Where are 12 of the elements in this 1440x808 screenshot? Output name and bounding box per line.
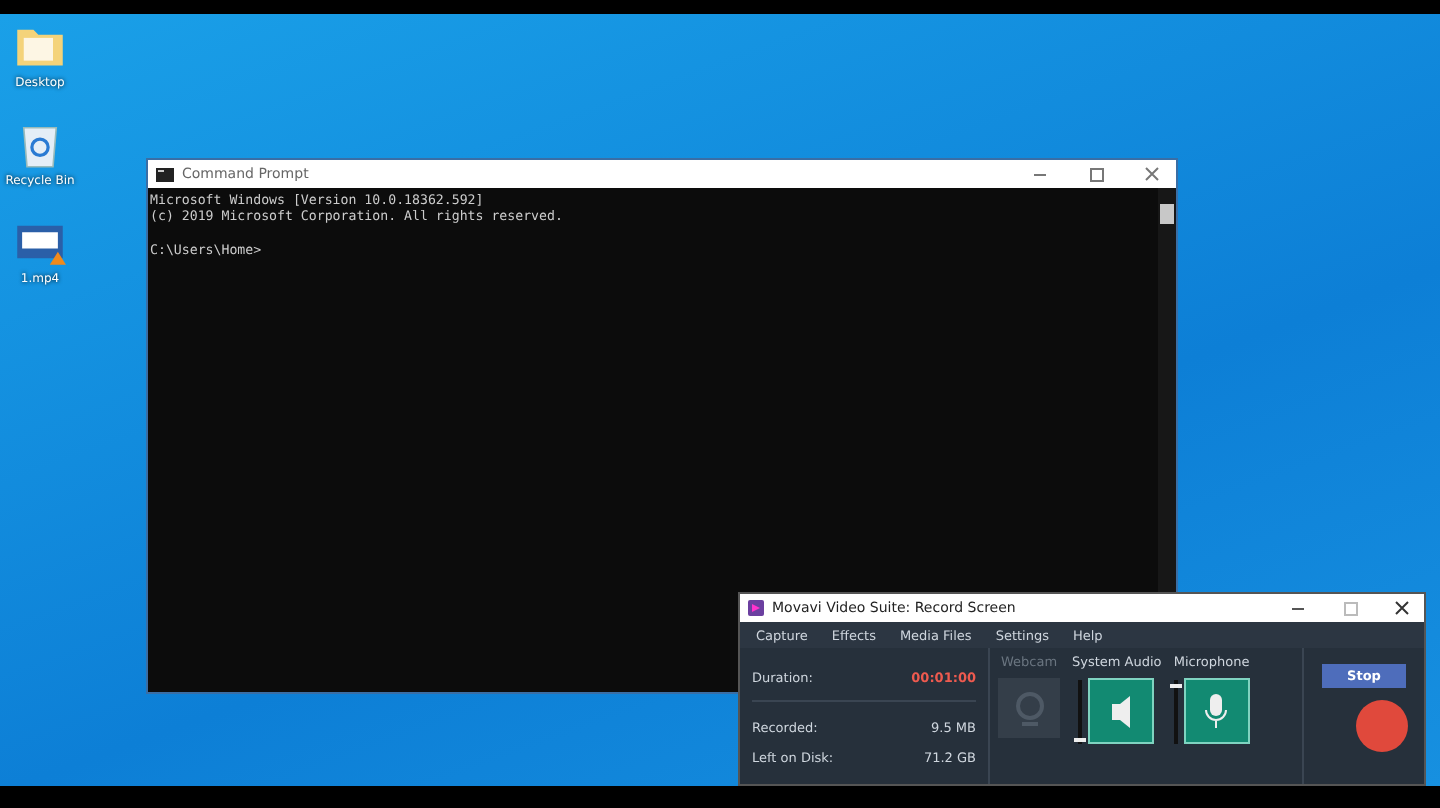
microphone-toggle[interactable] xyxy=(1183,678,1250,744)
volume-slider[interactable] xyxy=(1078,680,1083,744)
volume-slider[interactable] xyxy=(1173,680,1178,744)
scrollbar-thumb[interactable] xyxy=(1160,204,1174,224)
record-button[interactable] xyxy=(1356,700,1408,752)
app-logo-icon xyxy=(748,600,764,616)
speaker-icon xyxy=(1107,691,1136,731)
close-icon[interactable] xyxy=(1393,599,1411,617)
console-icon xyxy=(156,167,174,181)
system-audio-toggle[interactable] xyxy=(1088,678,1155,744)
maximize-icon[interactable] xyxy=(1087,165,1105,183)
microphone-icon xyxy=(1202,691,1231,731)
